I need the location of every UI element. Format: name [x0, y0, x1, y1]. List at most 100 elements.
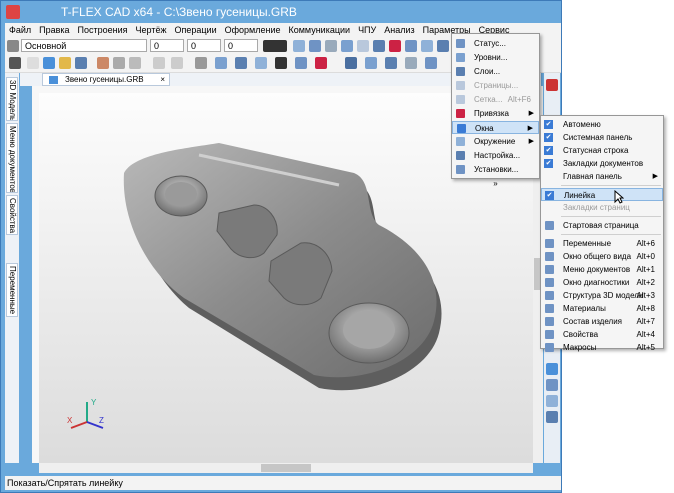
- toolbar-icon[interactable]: [405, 57, 417, 69]
- menu-7[interactable]: ЧПУ: [354, 23, 380, 37]
- tab-documents-menu[interactable]: Меню документов: [6, 123, 18, 193]
- toolbar-icon[interactable]: [385, 57, 397, 69]
- pointer-icon[interactable]: [195, 57, 207, 69]
- windows-submenu-item[interactable]: Макросы Alt+5: [541, 341, 663, 354]
- menu-item-label: Материалы: [563, 304, 606, 313]
- close-icon[interactable]: ×: [160, 74, 165, 86]
- tab-properties[interactable]: Свойства: [6, 195, 18, 235]
- settings-menu-item[interactable]: Окружение ▶: [452, 135, 539, 148]
- toolbar-icon[interactable]: [421, 40, 433, 52]
- toolbar-icon[interactable]: [373, 40, 385, 52]
- toolbar-icon[interactable]: [425, 57, 437, 69]
- menu-5[interactable]: Оформление: [221, 23, 285, 37]
- menu-3[interactable]: Чертёж: [132, 23, 171, 37]
- value-combo-3[interactable]: 0: [224, 39, 258, 52]
- pencil-icon[interactable]: [215, 57, 227, 69]
- tab-variables[interactable]: Переменные: [6, 263, 18, 317]
- 3d-model-icon[interactable]: [43, 57, 55, 69]
- toolbar-icon[interactable]: [255, 57, 267, 69]
- windows-submenu-item[interactable]: Материалы Alt+8: [541, 302, 663, 315]
- copy-icon[interactable]: [129, 57, 141, 69]
- tab-3d-model[interactable]: 3D Модель: [6, 77, 18, 121]
- menu-2[interactable]: Построения: [74, 23, 132, 37]
- settings-menu-item[interactable]: Установки...: [452, 163, 539, 176]
- toolbar-icon[interactable]: [365, 57, 377, 69]
- scroll-thumb[interactable]: [261, 464, 311, 472]
- document-tab[interactable]: Звено гусеницы.GRB ×: [42, 73, 170, 86]
- settings-menu-item[interactable]: Окна ▶: [452, 121, 539, 134]
- windows-submenu-item[interactable]: Состав изделия Alt+7: [541, 315, 663, 328]
- menu-separator: [561, 234, 661, 235]
- pin-icon[interactable]: [7, 40, 19, 52]
- menu-0[interactable]: Файл: [5, 23, 35, 37]
- new-document-icon[interactable]: [27, 57, 39, 69]
- windows-submenu-item[interactable]: Окно общего вида Alt+0: [541, 250, 663, 263]
- chevron-icon[interactable]: [9, 57, 21, 69]
- 3d-document-icon: [49, 76, 58, 84]
- menu-item-shortcut: Alt+2: [636, 278, 655, 287]
- submenu-arrow-icon: ▶: [652, 173, 658, 180]
- windows-submenu-item[interactable]: Стартовая страница: [541, 219, 663, 232]
- menu-item-label: Окно общего вида: [563, 252, 632, 261]
- toolbar-icon[interactable]: [546, 395, 558, 407]
- value-combo-2[interactable]: 0: [187, 39, 221, 52]
- open-folder-icon[interactable]: [59, 57, 71, 69]
- toolbar-icon[interactable]: [546, 379, 558, 391]
- menu-4[interactable]: Операции: [171, 23, 221, 37]
- toolbar-icon[interactable]: [295, 57, 307, 69]
- toolbar-icon[interactable]: [309, 40, 321, 52]
- settings-menu-item[interactable]: Привязка ▶: [452, 107, 539, 120]
- windows-submenu-item[interactable]: Главная панель ▶: [541, 170, 663, 183]
- menu-item-label: Статус...: [474, 39, 506, 48]
- menu-expand-button[interactable]: »: [452, 177, 539, 190]
- horizontal-scrollbar[interactable]: [39, 463, 533, 473]
- settings-menu-item[interactable]: Уровни...: [452, 51, 539, 64]
- toolbar-icon[interactable]: [546, 79, 558, 91]
- color-picker-button[interactable]: [263, 40, 287, 52]
- layer-combo[interactable]: Основной: [21, 39, 147, 52]
- toolbar-icon[interactable]: [345, 57, 357, 69]
- toolbar-icon[interactable]: [325, 40, 337, 52]
- toolbar-icon[interactable]: [275, 57, 287, 69]
- cut-icon[interactable]: [113, 57, 125, 69]
- toolbar-icon[interactable]: [405, 40, 417, 52]
- menu-item-icon: [456, 67, 465, 76]
- menu-1[interactable]: Правка: [35, 23, 73, 37]
- windows-submenu-item[interactable]: Меню документов Alt+1: [541, 263, 663, 276]
- value-combo-1[interactable]: 0: [150, 39, 184, 52]
- axis-label-z: Z: [99, 416, 104, 425]
- windows-submenu-item[interactable]: ✔ Системная панель: [541, 131, 663, 144]
- settings-menu-item[interactable]: Статус...: [452, 37, 539, 50]
- windows-submenu-item[interactable]: Переменные Alt+6: [541, 237, 663, 250]
- windows-submenu: ✔ Автоменю ✔ Системная панель ✔ Статусная стр…: [540, 115, 664, 352]
- windows-submenu-item[interactable]: Свойства Alt+4: [541, 328, 663, 341]
- save-icon[interactable]: [75, 57, 87, 69]
- windows-submenu-item[interactable]: Окно диагностики Alt+2: [541, 276, 663, 289]
- menu-item-label: Окружение: [474, 137, 516, 146]
- windows-submenu-item[interactable]: Структура 3D модели Alt+3: [541, 289, 663, 302]
- redo-icon[interactable]: [171, 57, 183, 69]
- menu-item-label: Переменные: [563, 239, 612, 248]
- toolbar-icon[interactable]: [341, 40, 353, 52]
- menu-item-label: Привязка: [474, 109, 509, 118]
- settings-menu-item[interactable]: Слои...: [452, 65, 539, 78]
- menu-6[interactable]: Коммуникации: [284, 23, 354, 37]
- toolbar-icon[interactable]: [293, 40, 305, 52]
- windows-submenu-item[interactable]: ✔ Статусная строка: [541, 144, 663, 157]
- title-bar[interactable]: T-FLEX CAD x64 - C:\Звено гусеницы.GRB: [1, 1, 561, 23]
- undo-icon[interactable]: [153, 57, 165, 69]
- menu-item-label: Окно диагностики: [563, 278, 630, 287]
- menu-8[interactable]: Анализ: [380, 23, 418, 37]
- toolbar-icon[interactable]: [315, 57, 327, 69]
- windows-submenu-item[interactable]: ✔ Закладки документов: [541, 157, 663, 170]
- toolbar-icon[interactable]: [546, 363, 558, 375]
- windows-submenu-item[interactable]: ✔ Автоменю: [541, 118, 663, 131]
- windows-submenu-item[interactable]: ✔ Линейка: [541, 188, 663, 201]
- toolbar-icon[interactable]: [437, 40, 449, 52]
- print-icon[interactable]: [97, 57, 109, 69]
- toolbar-icon[interactable]: [389, 40, 401, 52]
- sketch-icon[interactable]: [235, 57, 247, 69]
- toolbar-icon[interactable]: [357, 40, 369, 52]
- toolbar-icon[interactable]: [546, 411, 558, 423]
- settings-menu-item[interactable]: Настройка...: [452, 149, 539, 162]
